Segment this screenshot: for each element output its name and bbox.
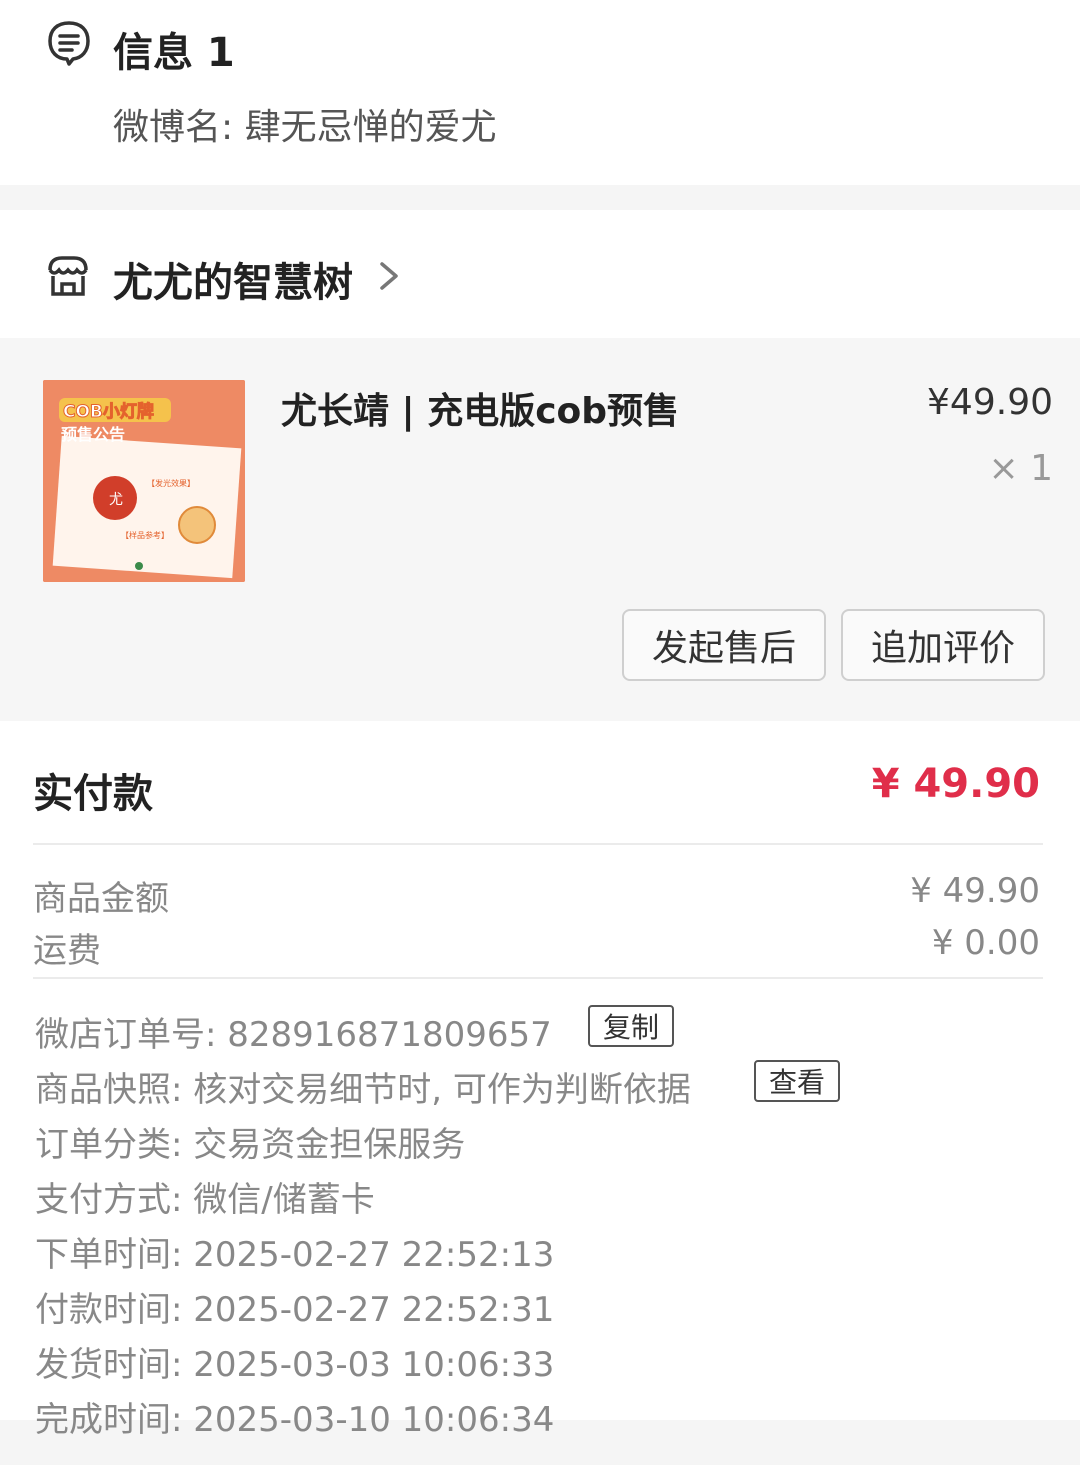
thumb-char: 尤 bbox=[109, 492, 123, 508]
shop-name[interactable]: 尤尤的智慧树 bbox=[113, 250, 353, 308]
shipping-value: ¥ 0.00 bbox=[931, 923, 1040, 963]
message-lines-icon bbox=[48, 21, 90, 66]
divider bbox=[33, 977, 1043, 979]
thumb-tag-1: 【发光效果】 bbox=[147, 478, 195, 488]
weibo-name: 微博名: 肆无忌惮的爱尤 bbox=[113, 107, 497, 148]
ship-time: 发货时间: 2025-03-03 10:06:33 bbox=[35, 1345, 555, 1385]
pay-time: 付款时间: 2025-02-27 22:52:31 bbox=[35, 1290, 555, 1330]
buyer-info-section: 信息 1 微博名: 肆无忌惮的爱尤 bbox=[0, 0, 1080, 185]
order-item-card: COB小灯牌 预售公告 尤 【发光效果】 【样品参考】 尤长靖 | 充电版cob… bbox=[0, 338, 1080, 721]
order-category: 订单分类: 交易资金担保服务 bbox=[35, 1125, 466, 1165]
info-title: 信息 1 bbox=[113, 30, 235, 76]
storefront-icon bbox=[48, 256, 88, 296]
payment-section: 实付款 ¥ 49.90 商品金额 ¥ 49.90 运费 ¥ 0.00 微店订单号… bbox=[0, 721, 1080, 1440]
product-image: COB小灯牌 预售公告 尤 【发光效果】 【样品参考】 bbox=[43, 380, 245, 582]
paid-amount: ¥ 49.90 bbox=[871, 761, 1040, 807]
product-title[interactable]: 尤长靖 | 充电版cob预售 bbox=[281, 382, 679, 434]
product-price: ¥49.90 bbox=[927, 382, 1053, 423]
divider bbox=[33, 843, 1043, 845]
product-quantity: × 1 bbox=[988, 448, 1053, 489]
order-number: 微店订单号: 828916871809657 bbox=[35, 1015, 552, 1055]
after-sale-button[interactable]: 发起售后 bbox=[622, 609, 826, 681]
product-thumbnail[interactable]: COB小灯牌 预售公告 尤 【发光效果】 【样品参考】 bbox=[43, 380, 245, 582]
snapshot-text: 商品快照: 核对交易细节时, 可作为判断依据 bbox=[35, 1070, 691, 1110]
goods-amount-value: ¥ 49.90 bbox=[910, 871, 1040, 911]
goods-amount-label: 商品金额 bbox=[33, 879, 169, 919]
thumb-tag-2: 【样品参考】 bbox=[121, 530, 169, 540]
thumb-text-1: COB小灯牌 bbox=[63, 401, 154, 422]
add-review-button[interactable]: 追加评价 bbox=[841, 609, 1045, 681]
payment-method: 支付方式: 微信/储蓄卡 bbox=[35, 1180, 375, 1220]
copy-button[interactable]: 复制 bbox=[588, 1005, 674, 1047]
chevron-right-icon bbox=[380, 262, 398, 290]
shop-header[interactable]: 尤尤的智慧树 bbox=[0, 210, 1080, 338]
paid-label: 实付款 bbox=[33, 771, 153, 817]
complete-time: 完成时间: 2025-03-10 10:06:34 bbox=[35, 1400, 555, 1440]
view-snapshot-button[interactable]: 查看 bbox=[754, 1060, 840, 1102]
thumb-text-2: 预售公告 bbox=[61, 425, 125, 444]
order-time: 下单时间: 2025-02-27 22:52:13 bbox=[35, 1235, 555, 1275]
shipping-label: 运费 bbox=[33, 931, 101, 971]
